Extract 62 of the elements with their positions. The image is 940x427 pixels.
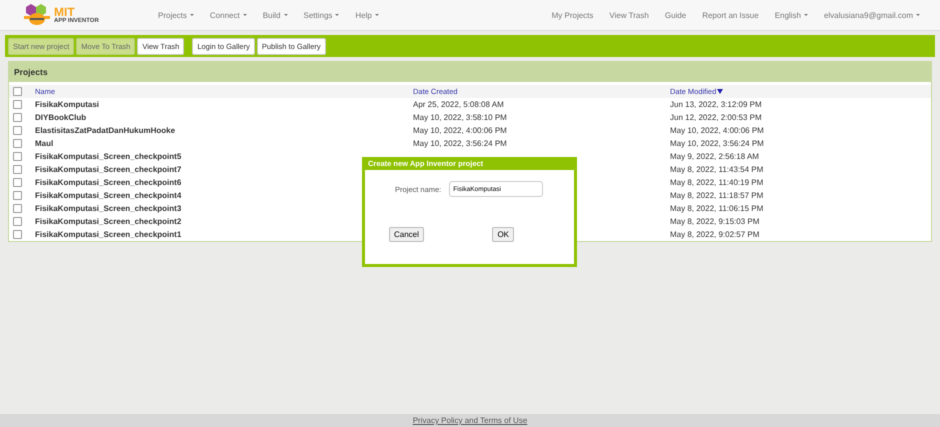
logo-title: MIT [54,6,75,18]
date-modified: May 8, 2022, 9:02:57 PM [670,230,760,239]
project-name[interactable]: Maul [35,139,54,148]
row-checkbox[interactable] [13,113,22,122]
row-checkbox[interactable] [13,126,22,135]
project-name[interactable]: DIYBookClub [35,113,86,122]
project-name[interactable]: FisikaKomputasi_Screen_checkpoint5 [35,152,182,161]
menu-item[interactable]: Projects [150,10,202,20]
row-checkbox[interactable] [13,178,22,187]
date-modified: May 10, 2022, 3:56:24 PM [670,139,764,148]
bee-logo-icon[interactable] [22,3,52,27]
date-modified: May 8, 2022, 11:43:54 PM [670,165,764,174]
row-checkbox[interactable] [13,230,22,239]
nav-link[interactable]: View Trash [601,10,657,20]
row-checkbox[interactable] [13,204,22,213]
project-name[interactable]: FisikaKomputasi_Screen_checkpoint6 [35,178,182,187]
date-created: May 10, 2022, 3:58:10 PM [413,113,507,122]
project-name[interactable]: FisikaKomputasi_Screen_checkpoint7 [35,165,182,174]
row-checkbox[interactable] [13,152,22,161]
nav-link[interactable]: Report an Issue [694,10,767,20]
nav-link[interactable]: Guide [656,10,694,20]
date-modified: May 10, 2022, 4:00:06 PM [670,126,764,135]
date-modified: May 8, 2022, 9:15:03 PM [670,217,760,226]
select-all-checkbox[interactable] [13,87,22,96]
panel-title: Projects [14,67,48,77]
row-checkbox[interactable] [13,100,22,109]
caret-icon [804,14,808,16]
project-name[interactable]: FisikaKomputasi_Screen_checkpoint4 [35,191,182,200]
caret-icon [916,14,920,16]
project-name[interactable]: FisikaKomputasi_Screen_checkpoint1 [35,230,182,239]
date-modified: May 8, 2022, 11:06:15 PM [670,204,764,213]
dialog-button[interactable]: Cancel [389,227,424,242]
date-modified: May 8, 2022, 11:40:19 PM [670,178,764,187]
date-modified: May 8, 2022, 11:18:57 PM [670,191,764,200]
privacy-link[interactable]: Privacy Policy and Terms of Use [412,416,528,425]
date-created: Apr 25, 2022, 5:08:08 AM [413,100,504,109]
caret-icon [335,14,340,16]
row-checkbox[interactable] [13,191,22,200]
date-modified: Jun 12, 2022, 2:00:53 PM [670,113,762,122]
row-checkbox[interactable] [13,217,22,226]
project-name[interactable]: FisikaKomputasi_Screen_checkpoint2 [35,217,182,226]
caret-icon [284,14,288,16]
nav-link[interactable]: English [766,10,816,20]
menu-item[interactable]: Help [347,10,387,20]
date-modified: May 9, 2022, 2:56:18 AM [670,152,759,161]
date-modified: Jun 13, 2022, 3:12:09 PM [670,100,762,109]
caret-icon [374,14,379,16]
project-name[interactable]: FisikaKomputasi [35,100,100,109]
project-name[interactable]: FisikaKomputasi_Screen_checkpoint3 [35,204,182,213]
caret-icon [190,14,194,16]
row-checkbox[interactable] [13,165,22,174]
project-name[interactable]: ElastisitasZatPadatDanHukumHooke [35,126,176,135]
menu-item[interactable]: Settings [296,10,348,20]
menu-item[interactable]: Build [254,10,296,20]
caret-icon [242,14,247,16]
date-created: May 10, 2022, 4:00:06 PM [413,126,507,135]
date-created: May 10, 2022, 3:56:24 PM [413,139,507,148]
menu-item[interactable]: Connect [202,10,255,20]
nav-link[interactable]: elvalusiana9@gmail.com [816,10,928,20]
nav-link[interactable]: My Projects [544,10,602,20]
dialog-button[interactable]: OK [492,227,514,242]
row-checkbox[interactable] [13,139,22,148]
